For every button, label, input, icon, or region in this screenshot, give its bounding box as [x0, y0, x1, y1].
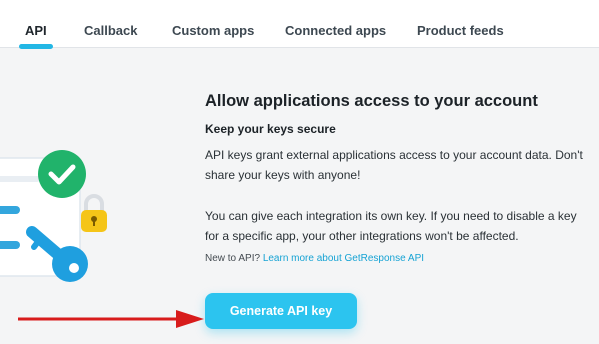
arrow-icon: [18, 310, 204, 328]
description-paragraph-2: You can give each integration its own ke…: [205, 209, 577, 243]
active-tab-indicator: [19, 44, 53, 49]
api-keys-illustration: [0, 150, 107, 282]
page-subheading: Keep your keys secure: [205, 122, 336, 136]
tab-bar: API Callback Custom apps Connected apps …: [0, 0, 599, 49]
tab-connected-apps[interactable]: Connected apps: [285, 23, 386, 38]
api-settings-page: API Callback Custom apps Connected apps …: [0, 0, 599, 344]
description-paragraph-1: API keys grant external applications acc…: [205, 148, 583, 182]
check-icon: [38, 150, 86, 198]
new-to-api-text: New to API?: [205, 253, 261, 264]
new-to-api-line: New to API? Learn more about GetResponse…: [205, 253, 424, 264]
learn-more-link[interactable]: Learn more about GetResponse API: [263, 253, 424, 264]
tab-callback[interactable]: Callback: [84, 23, 137, 38]
tab-api[interactable]: API: [25, 23, 47, 38]
generate-api-key-button[interactable]: Generate API key: [205, 293, 357, 329]
lock-icon: [81, 194, 107, 232]
page-heading: Allow applications access to your accoun…: [205, 92, 538, 110]
tab-custom-apps[interactable]: Custom apps: [172, 23, 254, 38]
tab-product-feeds[interactable]: Product feeds: [417, 23, 504, 38]
